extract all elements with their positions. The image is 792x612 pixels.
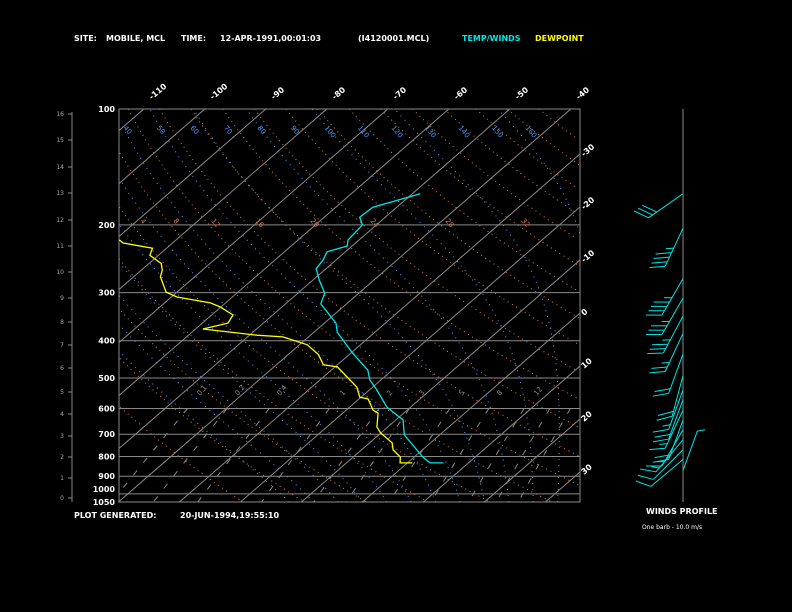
file-name: (I4120001.MCL)	[358, 34, 429, 43]
pressure-tick-label: 100	[98, 105, 115, 114]
height-tick-label: 7	[60, 342, 64, 349]
height-tick-label: 14	[56, 164, 64, 171]
height-tick-label: 16	[56, 111, 64, 118]
time-value: 12-APR-1991,00:01:03	[220, 34, 321, 43]
height-tick-label: 11	[56, 243, 64, 250]
height-tick-label: 15	[56, 137, 64, 144]
pressure-tick-label: 300	[98, 289, 115, 298]
height-tick-label: 12	[56, 217, 64, 224]
height-tick-label: 8	[60, 319, 64, 326]
pressure-tick-label: 700	[98, 430, 115, 439]
pressure-tick-label: 600	[98, 404, 115, 413]
pressure-tick-label: 800	[98, 453, 115, 462]
plot-generated-value: 20-JUN-1994,19:55:10	[180, 511, 279, 520]
pressure-tick-label: 1050	[93, 498, 116, 507]
height-tick-label: 9	[60, 295, 64, 302]
legend-temp-winds: TEMP/WINDS	[462, 34, 521, 43]
winds-profile-title: WINDS PROFILE	[646, 507, 718, 516]
height-tick-label: 6	[60, 365, 64, 372]
pressure-tick-label: 500	[98, 374, 115, 383]
pressure-tick-label: 1000	[93, 485, 116, 494]
height-tick-label: 10	[56, 269, 64, 276]
height-tick-label: 13	[56, 190, 64, 197]
height-tick-label: 0	[60, 495, 64, 502]
site-label: SITE:	[74, 34, 97, 43]
time-label: TIME:	[181, 34, 206, 43]
barb-half	[661, 361, 670, 364]
skew-t-chart: SITE: MOBILE, MCL TIME: 12-APR-1991,00:0…	[0, 0, 792, 612]
plot-generated-label: PLOT GENERATED:	[74, 511, 156, 520]
barb-half	[659, 443, 668, 445]
barb-half	[665, 247, 674, 250]
barb-flag	[649, 348, 666, 350]
height-tick-label: 4	[60, 411, 64, 418]
pressure-tick-label: 400	[98, 337, 115, 346]
height-tick-label: 5	[60, 389, 64, 396]
legend-dewpoint: DEWPOINT	[535, 34, 584, 43]
site-value: MOBILE, MCL	[106, 34, 165, 43]
barb-flag	[651, 343, 668, 346]
height-tick-label: 3	[60, 433, 64, 440]
barb-note: One barb - 10.0 m/s	[642, 524, 702, 531]
pressure-tick-label: 900	[98, 472, 115, 481]
height-tick-label: 2	[60, 454, 64, 461]
pressure-tick-label: 200	[98, 221, 115, 230]
barb-flag	[647, 352, 664, 355]
height-tick-label: 1	[60, 475, 64, 482]
